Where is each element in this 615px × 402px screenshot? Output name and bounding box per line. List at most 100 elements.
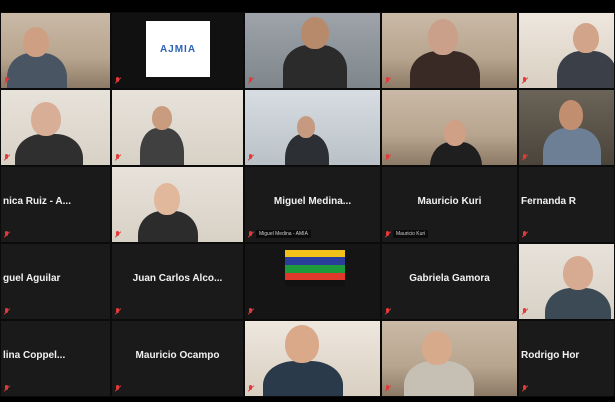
logo-text: AJMIA — [159, 43, 197, 55]
participant-tile[interactable] — [381, 89, 518, 166]
name-tag — [522, 383, 611, 393]
participant-face — [563, 256, 593, 290]
participant-name: lina Coppel... — [3, 349, 66, 361]
participant-face — [559, 100, 583, 130]
muted-mic-icon — [385, 76, 390, 84]
name-tag — [522, 152, 611, 162]
name-tag — [522, 306, 611, 316]
muted-mic-icon — [248, 230, 253, 238]
muted-mic-icon — [115, 153, 120, 161]
name-tag — [115, 75, 240, 85]
name-tag — [248, 152, 377, 162]
participant-name: Rodrigo Hor — [521, 349, 580, 361]
participant-tile[interactable] — [0, 12, 111, 89]
participant-tile[interactable] — [111, 89, 244, 166]
participant-tile[interactable]: Miguel Medina... Miguel Medina - AMIA — [244, 166, 381, 243]
participant-tile[interactable]: lina Coppel... — [0, 320, 111, 397]
participant-tile[interactable]: AJMIA — [111, 12, 244, 89]
name-tag — [522, 75, 611, 85]
participant-name: Mauricio Kuri — [417, 195, 482, 207]
participant-tile[interactable] — [381, 320, 518, 397]
participant-name: Miguel Medina... — [273, 195, 352, 207]
muted-mic-icon — [248, 307, 253, 315]
participant-name: Mauricio Ocampo — [135, 349, 220, 361]
participant-face — [444, 120, 466, 146]
participant-tile[interactable] — [518, 89, 615, 166]
muted-mic-icon — [385, 230, 390, 238]
name-tag-label: Mauricio Kuri — [393, 230, 429, 238]
muted-mic-icon — [115, 384, 120, 392]
participant-tile[interactable] — [244, 89, 381, 166]
participant-tile[interactable] — [381, 12, 518, 89]
participant-face — [297, 116, 315, 138]
participant-tile[interactable] — [518, 243, 615, 320]
muted-mic-icon — [522, 230, 527, 238]
muted-mic-icon — [385, 153, 390, 161]
participant-tile[interactable]: Mauricio Kuri Mauricio Kuri — [381, 166, 518, 243]
muted-mic-icon — [4, 307, 9, 315]
participant-tile[interactable] — [0, 89, 111, 166]
muted-mic-icon — [4, 76, 9, 84]
participant-face — [152, 106, 172, 130]
participant-tile[interactable]: nica Ruiz - A... — [0, 166, 111, 243]
name-tag — [4, 383, 107, 393]
participant-face — [422, 331, 452, 365]
name-tag-label: Miguel Medina - AMIA — [256, 230, 311, 238]
name-tag: Miguel Medina - AMIA — [248, 229, 377, 239]
participant-tile[interactable] — [244, 12, 381, 89]
muted-mic-icon — [522, 307, 527, 315]
participant-tile[interactable]: Gabriela Gamora — [381, 243, 518, 320]
name-tag — [522, 229, 611, 239]
participant-name: Gabriela Gamora — [409, 272, 490, 284]
participant-tile[interactable]: Juan Carlos Alco... — [111, 243, 244, 320]
muted-mic-icon — [115, 307, 120, 315]
name-tag — [385, 152, 514, 162]
participant-tile[interactable]: Mauricio Ocampo — [111, 320, 244, 397]
name-tag — [385, 306, 514, 316]
name-tag — [248, 306, 377, 316]
muted-mic-icon — [248, 76, 253, 84]
muted-mic-icon — [248, 153, 253, 161]
participant-name: nica Ruiz - A... — [3, 195, 71, 207]
organization-logo: AJMIA — [146, 21, 210, 77]
muted-mic-icon — [115, 230, 120, 238]
participant-face — [154, 183, 180, 215]
muted-mic-icon — [522, 153, 527, 161]
participant-tile[interactable] — [244, 320, 381, 397]
participant-face — [285, 325, 319, 363]
participant-tile[interactable] — [518, 12, 615, 89]
participant-face — [23, 27, 49, 57]
name-tag — [385, 75, 514, 85]
name-tag — [385, 383, 514, 393]
participant-tile[interactable]: Rodrigo Hor — [518, 320, 615, 397]
name-tag — [4, 75, 107, 85]
name-tag: Mauricio Kuri — [385, 229, 514, 239]
participant-tile[interactable]: guel Aguilar — [0, 243, 111, 320]
muted-mic-icon — [4, 384, 9, 392]
participant-tile[interactable] — [111, 166, 244, 243]
muted-mic-icon — [248, 384, 253, 392]
participant-name: guel Aguilar — [3, 272, 61, 284]
muted-mic-icon — [385, 307, 390, 315]
flag-image — [285, 250, 345, 286]
participant-face — [428, 19, 458, 55]
muted-mic-icon — [115, 76, 120, 84]
name-tag — [4, 229, 107, 239]
muted-mic-icon — [4, 153, 9, 161]
participant-face — [301, 17, 329, 49]
participant-tile[interactable] — [244, 243, 381, 320]
name-tag — [4, 306, 107, 316]
muted-mic-icon — [4, 230, 9, 238]
name-tag — [115, 152, 240, 162]
participant-name: Juan Carlos Alco... — [132, 272, 223, 284]
name-tag — [115, 229, 240, 239]
participant-gallery: AJMIA nica Ruiz - A... Miguel Medina... Mig… — [0, 12, 615, 397]
participant-tile[interactable]: Fernanda R — [518, 166, 615, 243]
muted-mic-icon — [385, 384, 390, 392]
name-tag — [115, 306, 240, 316]
muted-mic-icon — [522, 76, 527, 84]
participant-name: Fernanda R — [521, 195, 577, 207]
name-tag — [115, 383, 240, 393]
muted-mic-icon — [522, 384, 527, 392]
name-tag — [248, 383, 377, 393]
